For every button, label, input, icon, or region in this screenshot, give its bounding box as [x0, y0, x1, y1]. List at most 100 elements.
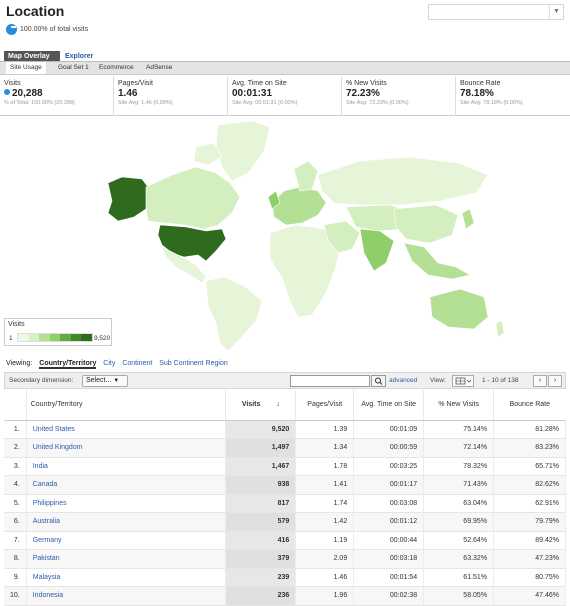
tab-ecommerce[interactable]: Ecommerce — [99, 62, 134, 74]
dimension-country[interactable]: Country/Territory — [39, 360, 97, 369]
row-index: 6. — [4, 512, 27, 532]
prev-page-button[interactable]: ‹ — [533, 375, 547, 387]
table-row[interactable]: 4. Canada 938 1.41 00:01:17 71.43% 82.62% — [4, 475, 566, 495]
table-row[interactable]: 2. United Kingdom 1,497 1.34 00:00:59 72.14% 8… — [4, 438, 566, 458]
table-search-input[interactable] — [290, 375, 370, 387]
select-value: Select... — [86, 377, 112, 384]
country-link[interactable]: Australia — [26, 512, 227, 532]
country-canada[interactable] — [145, 166, 241, 230]
country-link[interactable]: Pakistan — [26, 549, 227, 569]
metric-avg-time[interactable]: Avg. Time on Site 00:01:31 Site Avg: 00:… — [228, 76, 342, 116]
column-header-country[interactable]: Country/Territory — [26, 390, 227, 421]
tab-site-usage[interactable]: Site Usage — [6, 62, 46, 74]
table-row[interactable]: 8. Pakistan 379 2.09 00:03:18 63.32% 47.23% — [4, 549, 566, 569]
country-japan[interactable] — [461, 208, 475, 230]
table-row[interactable]: 9. Malaysia 239 1.46 00:01:54 61.51% 80.75% — [4, 568, 566, 587]
metric-value: 78.18% — [460, 88, 494, 99]
table-row[interactable]: 3. India 1,467 1.78 00:03:25 78.32% 65.71% — [4, 457, 566, 476]
dimension-continent[interactable]: Continent — [122, 360, 152, 367]
region-southeast-asia[interactable] — [403, 242, 471, 280]
row-index: 4. — [4, 475, 27, 495]
metric-sub: Site Avg: 1.46 (0.00%) — [118, 100, 173, 106]
country-link[interactable]: Indonesia — [26, 586, 227, 606]
continent-europe[interactable] — [271, 186, 327, 226]
date-range-picker[interactable]: ▼ — [428, 4, 564, 20]
country-link[interactable]: Malaysia — [26, 568, 227, 587]
advanced-filter-link[interactable]: advanced — [389, 377, 417, 384]
dimension-city[interactable]: City — [103, 360, 115, 367]
view-label: View: — [430, 377, 446, 384]
avg-time-cell: 00:00:59 — [353, 438, 425, 458]
pages-per-visit-cell: 1.41 — [295, 475, 355, 495]
column-header-avg-time[interactable]: Avg. Time on Site — [353, 390, 425, 421]
country-link[interactable]: Germany — [26, 531, 227, 550]
chevron-down-icon[interactable]: ▼ — [549, 5, 563, 19]
country-link[interactable]: Canada — [26, 475, 227, 495]
country-greenland[interactable] — [215, 120, 271, 182]
row-index: 1. — [4, 420, 27, 439]
country-australia[interactable] — [429, 288, 489, 330]
total-visits-percent: 100.00% of total visits — [20, 26, 89, 33]
country-china[interactable] — [393, 204, 459, 244]
visits-cell: 579 — [225, 512, 297, 532]
pages-per-visit-cell: 2.09 — [295, 549, 355, 569]
country-russia[interactable] — [317, 156, 489, 206]
continent-south-america[interactable] — [205, 276, 263, 352]
bounce-rate-cell: 83.23% — [493, 438, 566, 458]
avg-time-cell: 00:01:12 — [353, 512, 425, 532]
table-row[interactable]: 1. United States 9,520 1.39 00:01:09 75.14% 81… — [4, 420, 566, 439]
tab-goal-set-1[interactable]: Goal Set 1 — [58, 62, 89, 74]
next-page-button[interactable]: › — [548, 375, 562, 387]
index-header — [4, 390, 27, 421]
legend-gradient — [17, 333, 93, 342]
legend-max: 9,520 — [94, 335, 111, 342]
metrics-summary: Visits 20,288 % of Total: 100.00% (20,28… — [0, 76, 570, 116]
metric-new-visits[interactable]: % New Visits 72.23% Site Avg: 72.23% (0.… — [342, 76, 456, 116]
metric-label: Visits — [4, 80, 21, 87]
table-row[interactable]: 7. Germany 416 1.19 00:00:44 52.64% 89.42% — [4, 531, 566, 550]
search-button[interactable] — [371, 375, 386, 387]
region-scandinavia — [293, 160, 319, 192]
table-row[interactable]: 5. Philippines 817 1.74 00:03:08 63.04% 62.91% — [4, 494, 566, 513]
visits-cell: 817 — [225, 494, 297, 513]
avg-time-cell: 00:01:09 — [353, 420, 425, 439]
secondary-dimension-select[interactable]: Select... ▼ — [82, 375, 128, 387]
column-header-pages-per-visit[interactable]: Pages/Visit — [295, 390, 355, 421]
visits-cell: 1,497 — [225, 438, 297, 458]
view-toggle-button[interactable] — [452, 375, 474, 387]
dimension-sub-continent[interactable]: Sub Continent Region — [159, 360, 228, 367]
metric-bounce-rate[interactable]: Bounce Rate 78.18% Site Avg: 78.18% (0.0… — [456, 76, 570, 116]
country-india[interactable] — [359, 228, 395, 272]
bounce-rate-cell: 62.91% — [493, 494, 566, 513]
country-new-zealand[interactable] — [495, 320, 505, 338]
new-visits-cell: 63.32% — [423, 549, 495, 569]
pages-per-visit-cell: 1.39 — [295, 420, 355, 439]
column-header-visits[interactable]: Visits ↓ — [225, 390, 297, 421]
country-link[interactable]: Philippines — [26, 494, 227, 513]
metric-visits[interactable]: Visits 20,288 % of Total: 100.00% (20,28… — [0, 76, 114, 116]
country-link[interactable]: United States — [26, 420, 227, 439]
table-row[interactable]: 10. Indonesia 236 1.96 00:02:38 58.05% 47.46% — [4, 586, 566, 606]
country-link[interactable]: United Kingdom — [26, 438, 227, 458]
legend-min: 1 — [9, 335, 13, 342]
column-header-new-visits[interactable]: % New Visits — [423, 390, 495, 421]
data-table: Country/Territory Visits ↓ Pages/Visit A… — [4, 390, 566, 606]
new-visits-cell: 75.14% — [423, 420, 495, 439]
column-header-bounce-rate[interactable]: Bounce Rate — [493, 390, 566, 421]
country-link[interactable]: India — [26, 457, 227, 476]
table-row[interactable]: 6. Australia 579 1.42 00:01:12 69.95% 79.79% — [4, 512, 566, 532]
row-index: 10. — [4, 586, 27, 606]
new-visits-cell: 78.32% — [423, 457, 495, 476]
pages-per-visit-cell: 1.78 — [295, 457, 355, 476]
visits-cell: 379 — [225, 549, 297, 569]
country-alaska[interactable] — [107, 176, 149, 222]
pages-per-visit-cell: 1.34 — [295, 438, 355, 458]
viewing-label: Viewing: — [6, 360, 33, 367]
metric-group-tabs: Site Usage Goal Set 1 Ecommerce AdSense — [0, 62, 570, 75]
row-index: 5. — [4, 494, 27, 513]
row-index: 3. — [4, 457, 27, 476]
metric-pages-per-visit[interactable]: Pages/Visit 1.46 Site Avg: 1.46 (0.00%) — [114, 76, 228, 116]
pagination-range: 1 - 10 of 138 — [482, 377, 519, 384]
table-view-icon — [455, 377, 472, 385]
tab-adsense[interactable]: AdSense — [146, 62, 172, 74]
